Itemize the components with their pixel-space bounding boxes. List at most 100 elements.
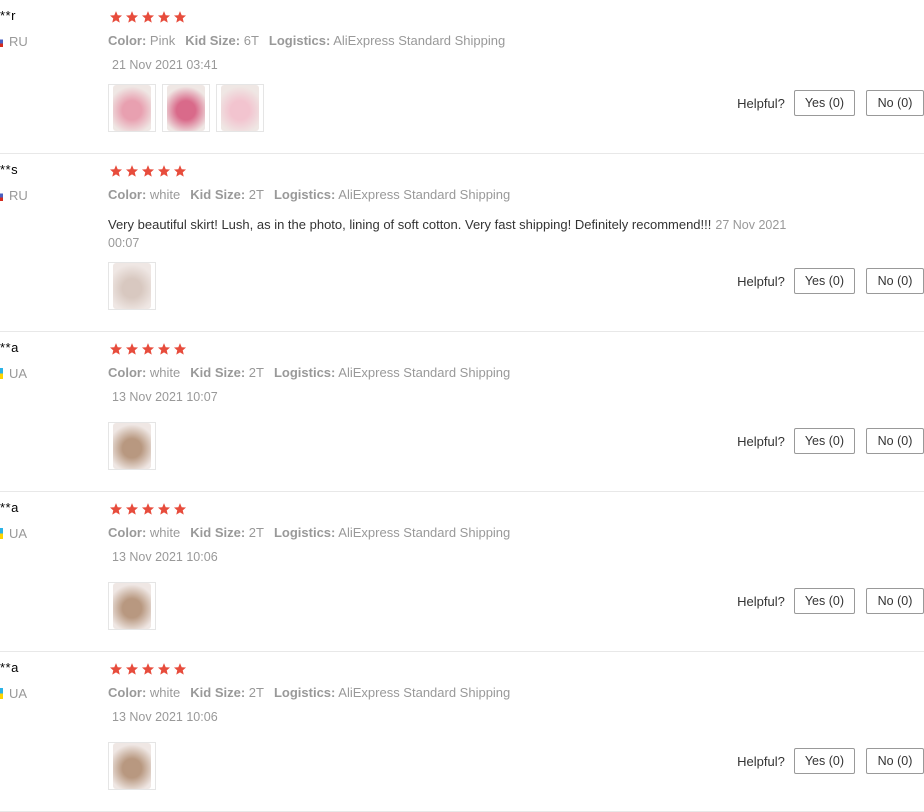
review-date: 21 Nov 2021 03:41 <box>112 58 218 72</box>
country-code: RU <box>9 188 28 203</box>
country-code: UA <box>9 366 28 381</box>
review-photo-thumbnail[interactable] <box>108 422 156 470</box>
review-text: Very beautiful skirt! Lush, as in the ph… <box>108 216 808 252</box>
attribute-value: 6T <box>243 33 259 48</box>
review-item: **r RU Color: Pink Kid Size: 6T Logistics: A… <box>0 0 924 154</box>
star-icon <box>125 10 139 24</box>
star-icon <box>125 164 139 178</box>
helpful-label: Helpful? <box>737 753 785 769</box>
star-rating <box>109 10 187 24</box>
review-item: **s RU Color: white Kid Size: 2T Logistics: … <box>0 154 924 332</box>
star-rating <box>109 164 187 178</box>
star-icon <box>125 342 139 356</box>
attribute-value: white <box>149 525 181 540</box>
review-photos <box>108 422 156 470</box>
star-icon <box>173 342 187 356</box>
review-photo-thumbnail[interactable] <box>108 262 156 310</box>
attribute-key: Logistics: <box>273 187 336 202</box>
review-photo-thumbnail[interactable] <box>108 582 156 630</box>
attribute-key: Kid Size: <box>190 187 246 202</box>
reviewer-name: **r <box>0 8 16 23</box>
star-icon <box>157 10 171 24</box>
photo-image <box>167 85 205 131</box>
star-icon <box>173 662 187 676</box>
star-rating <box>109 502 187 516</box>
star-icon <box>125 662 139 676</box>
star-icon <box>109 342 123 356</box>
attribute-value: 2T <box>248 365 264 380</box>
attribute-value: 2T <box>248 525 264 540</box>
reviewer-name: **a <box>0 340 19 355</box>
attribute-key: Kid Size: <box>185 33 241 48</box>
photo-image <box>221 85 259 131</box>
helpful-yes-button[interactable]: Yes (0) <box>793 428 855 454</box>
helpful-yes-button[interactable]: Yes (0) <box>793 748 855 774</box>
attribute-key: Kid Size: <box>190 525 246 540</box>
reviewer-country: RU <box>0 188 28 203</box>
photo-image <box>113 423 151 469</box>
review-date: 13 Nov 2021 10:06 <box>112 710 218 724</box>
attribute-key: Kid Size: <box>190 365 246 380</box>
review-date: 13 Nov 2021 10:07 <box>112 390 218 404</box>
review-photo-thumbnail[interactable] <box>216 84 264 132</box>
sku-attributes: Color: white Kid Size: 2T Logistics: AliEx… <box>108 187 510 202</box>
star-icon <box>141 662 155 676</box>
attribute-value: AliExpress Standard Shipping <box>338 685 511 700</box>
star-icon <box>141 164 155 178</box>
star-icon <box>109 502 123 516</box>
attribute-key: Color: <box>108 33 147 48</box>
country-flag-icon <box>0 368 3 379</box>
star-icon <box>173 164 187 178</box>
sku-attributes: Color: white Kid Size: 2T Logistics: AliEx… <box>108 525 510 540</box>
helpful-label: Helpful? <box>737 273 785 289</box>
star-icon <box>157 164 171 178</box>
reviewer-name: **a <box>0 500 19 515</box>
helpful-no-button[interactable]: No (0) <box>866 268 924 294</box>
review-photo-thumbnail[interactable] <box>162 84 210 132</box>
helpful-yes-button[interactable]: Yes (0) <box>793 268 855 294</box>
helpful-no-button[interactable]: No (0) <box>866 588 924 614</box>
helpful-no-button[interactable]: No (0) <box>866 748 924 774</box>
review-photos <box>108 84 264 132</box>
review-photo-thumbnail[interactable] <box>108 84 156 132</box>
reviewer-name: **a <box>0 660 19 675</box>
review-photo-thumbnail[interactable] <box>108 742 156 790</box>
attribute-key: Logistics: <box>273 365 336 380</box>
attribute-value: AliExpress Standard Shipping <box>333 33 506 48</box>
star-icon <box>109 662 123 676</box>
attribute-value: 2T <box>248 685 264 700</box>
helpful-label: Helpful? <box>737 95 785 111</box>
helpful-yes-button[interactable]: Yes (0) <box>793 588 855 614</box>
photo-image <box>113 263 151 309</box>
star-icon <box>173 502 187 516</box>
attribute-key: Color: <box>108 187 147 202</box>
star-icon <box>141 10 155 24</box>
helpful-yes-button[interactable]: Yes (0) <box>793 90 855 116</box>
review-item: **a UA Color: white Kid Size: 2T Logistics: … <box>0 652 924 812</box>
helpful-votes: Helpful? Yes (0) No (0) <box>737 268 924 294</box>
star-icon <box>157 342 171 356</box>
review-date: 13 Nov 2021 10:06 <box>112 550 218 564</box>
attribute-value: white <box>149 365 181 380</box>
review-photos <box>108 582 156 630</box>
star-icon <box>125 502 139 516</box>
helpful-votes: Helpful? Yes (0) No (0) <box>737 748 924 774</box>
review-item: **a UA Color: white Kid Size: 2T Logistics: … <box>0 332 924 492</box>
country-flag-icon <box>0 36 3 47</box>
star-icon <box>173 10 187 24</box>
sku-attributes: Color: white Kid Size: 2T Logistics: AliEx… <box>108 365 510 380</box>
review-photos <box>108 262 156 310</box>
attribute-value: white <box>149 685 181 700</box>
country-code: UA <box>9 526 28 541</box>
star-icon <box>109 10 123 24</box>
attribute-key: Logistics: <box>273 525 336 540</box>
attribute-key: Kid Size: <box>190 685 246 700</box>
attribute-key: Logistics: <box>268 33 331 48</box>
country-flag-icon <box>0 688 3 699</box>
star-icon <box>141 502 155 516</box>
attribute-value: Pink <box>149 33 176 48</box>
helpful-no-button[interactable]: No (0) <box>866 90 924 116</box>
sku-attributes: Color: white Kid Size: 2T Logistics: AliEx… <box>108 685 510 700</box>
helpful-no-button[interactable]: No (0) <box>866 428 924 454</box>
reviewer-country: UA <box>0 686 27 701</box>
